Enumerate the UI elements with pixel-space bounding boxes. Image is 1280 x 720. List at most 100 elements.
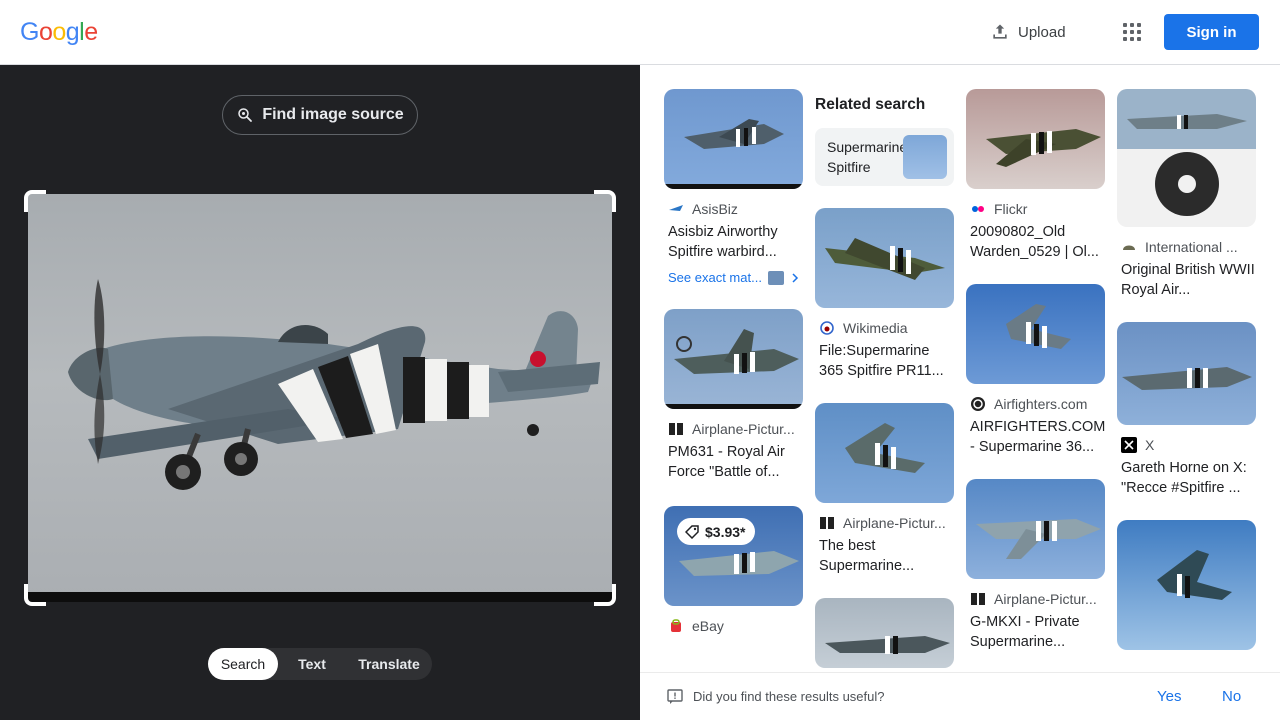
result-thumbnail[interactable]	[966, 284, 1105, 384]
tab-translate[interactable]: Translate	[346, 648, 432, 680]
query-image	[28, 194, 612, 602]
source-name: eBay	[692, 618, 724, 634]
source-name: Wikimedia	[843, 320, 908, 336]
result-thumbnail[interactable]	[815, 208, 954, 308]
upload-icon	[993, 24, 1007, 39]
asisbiz-icon	[668, 201, 684, 217]
chevron-right-icon	[792, 272, 798, 283]
logo-letter: o	[38, 18, 53, 46]
tab-text[interactable]: Text	[278, 648, 346, 680]
related-search-chip[interactable]: Supermarine Spitfire	[815, 128, 954, 186]
result-title[interactable]: PM631 - Royal Air Force "Battle of...	[668, 442, 804, 482]
crop-handle-bottom-left[interactable]	[24, 584, 46, 606]
result-thumbnail[interactable]	[815, 403, 954, 503]
airplane-pictures-icon	[819, 515, 835, 531]
helmet-icon	[1121, 239, 1137, 255]
airplane-pictures-icon	[668, 421, 684, 437]
result-title[interactable]: File:Supermarine 365 Spitfire PR11...	[819, 341, 955, 381]
upload-button[interactable]: Upload	[990, 18, 1066, 46]
crop-handle-top-right[interactable]	[594, 190, 616, 212]
sign-in-button[interactable]: Sign in	[1164, 14, 1259, 50]
result-source[interactable]: Flickr	[970, 201, 1105, 217]
source-name: X	[1145, 437, 1155, 453]
result-thumbnail[interactable]: $3.93*	[664, 506, 803, 606]
result-source[interactable]: Airplane-Pictur...	[970, 591, 1105, 607]
find-image-source-label: Find image source	[262, 106, 404, 123]
result-source[interactable]: Wikimedia	[819, 320, 954, 336]
upload-label: Upload	[1018, 23, 1066, 41]
airfighters-icon	[970, 396, 986, 412]
source-name: Airplane-Pictur...	[994, 591, 1097, 607]
result-thumbnail[interactable]	[664, 89, 803, 189]
result-thumbnail[interactable]	[815, 598, 954, 668]
logo-letter: g	[65, 18, 80, 46]
result-source[interactable]: Airfighters.com	[970, 396, 1105, 412]
lens-search-icon	[238, 108, 253, 122]
result-source[interactable]: Airplane-Pictur...	[819, 515, 954, 531]
price-label: $3.93*	[705, 523, 746, 540]
related-search-label: Supermarine Spitfire	[827, 139, 908, 175]
source-name: Airfighters.com	[994, 396, 1088, 412]
result-thumbnail[interactable]	[664, 309, 803, 409]
result-source[interactable]: International ...	[1121, 239, 1256, 255]
google-apps-icon[interactable]	[1120, 20, 1144, 44]
logo-letter: o	[52, 18, 66, 46]
exact-match-thumb-icon	[767, 270, 784, 285]
x-logo-icon	[1121, 437, 1137, 453]
source-name: Flickr	[994, 201, 1028, 217]
crop-handle-top-left[interactable]	[24, 190, 46, 212]
result-thumbnail[interactable]	[966, 89, 1105, 189]
result-thumbnail[interactable]	[1117, 89, 1256, 227]
crop-selection[interactable]	[24, 190, 616, 606]
feedback-yes-button[interactable]: Yes	[1157, 688, 1181, 705]
see-exact-matches-link[interactable]: See exact mat...	[668, 270, 803, 285]
result-title[interactable]: 20090802_Old Warden_0529 | Ol...	[970, 222, 1106, 262]
price-tag-icon	[685, 524, 699, 539]
ebay-icon	[668, 618, 684, 634]
source-name: International ...	[1145, 239, 1238, 255]
source-name: AsisBiz	[692, 201, 738, 217]
result-title[interactable]: Asisbiz Airworthy Spitfire warbird...	[668, 222, 804, 262]
wikimedia-icon	[819, 320, 835, 336]
related-search-heading: Related search	[815, 96, 926, 113]
header-bar: Google Upload Sign in	[0, 0, 1280, 65]
source-name: Airplane-Pictur...	[843, 515, 946, 531]
spitfire-photo	[68, 279, 600, 490]
result-source[interactable]: Airplane-Pictur...	[668, 421, 803, 437]
result-source[interactable]: AsisBiz	[668, 201, 803, 217]
source-name: Airplane-Pictur...	[692, 421, 795, 437]
tab-search[interactable]: Search	[208, 648, 278, 680]
logo-letter: e	[84, 18, 98, 46]
result-source[interactable]: X	[1121, 437, 1256, 453]
result-source[interactable]: eBay	[668, 618, 803, 634]
results-column: International ... Original British WWII …	[1117, 65, 1256, 650]
related-search-thumb	[903, 135, 947, 179]
feedback-bar: Did you find these results useful? Yes N…	[640, 672, 1280, 720]
result-title[interactable]: Original British WWII Royal Air...	[1121, 260, 1257, 300]
flickr-icon	[970, 201, 986, 217]
result-thumbnail[interactable]	[966, 479, 1105, 579]
feedback-no-button[interactable]: No	[1222, 688, 1241, 705]
logo-letter: G	[20, 18, 39, 46]
result-thumbnail[interactable]	[1117, 520, 1256, 650]
price-badge: $3.93*	[677, 518, 756, 545]
results-column: AsisBiz Asisbiz Airworthy Spitfire warbi…	[664, 65, 803, 634]
result-title[interactable]: Gareth Horne on X: "Recce #Spitfire ...	[1121, 458, 1257, 498]
feedback-question: Did you find these results useful?	[693, 689, 885, 704]
feedback-icon	[667, 689, 683, 704]
airplane-pictures-icon	[970, 591, 986, 607]
lens-mode-tabs: Search Text Translate	[208, 648, 432, 680]
see-exact-matches-label: See exact mat...	[668, 270, 762, 285]
query-image-panel: Find image source Search Text Translate	[0, 65, 640, 720]
result-thumbnail[interactable]	[1117, 322, 1256, 425]
results-column: Flickr 20090802_Old Warden_0529 | Ol... …	[966, 65, 1105, 652]
result-title[interactable]: G-MKXI - Private Supermarine...	[970, 612, 1106, 652]
visual-matches-panel: AsisBiz Asisbiz Airworthy Spitfire warbi…	[640, 65, 1280, 672]
google-logo[interactable]: Google	[20, 18, 98, 47]
find-image-source-button[interactable]: Find image source	[222, 95, 418, 135]
result-title[interactable]: The best Supermarine...	[819, 536, 955, 576]
image-bottom-strip	[28, 592, 612, 602]
result-title[interactable]: AIRFIGHTERS.COM - Supermarine 36...	[970, 417, 1106, 457]
results-column: Related search Supermarine Spitfire Wiki…	[815, 65, 954, 668]
crop-handle-bottom-right[interactable]	[594, 584, 616, 606]
